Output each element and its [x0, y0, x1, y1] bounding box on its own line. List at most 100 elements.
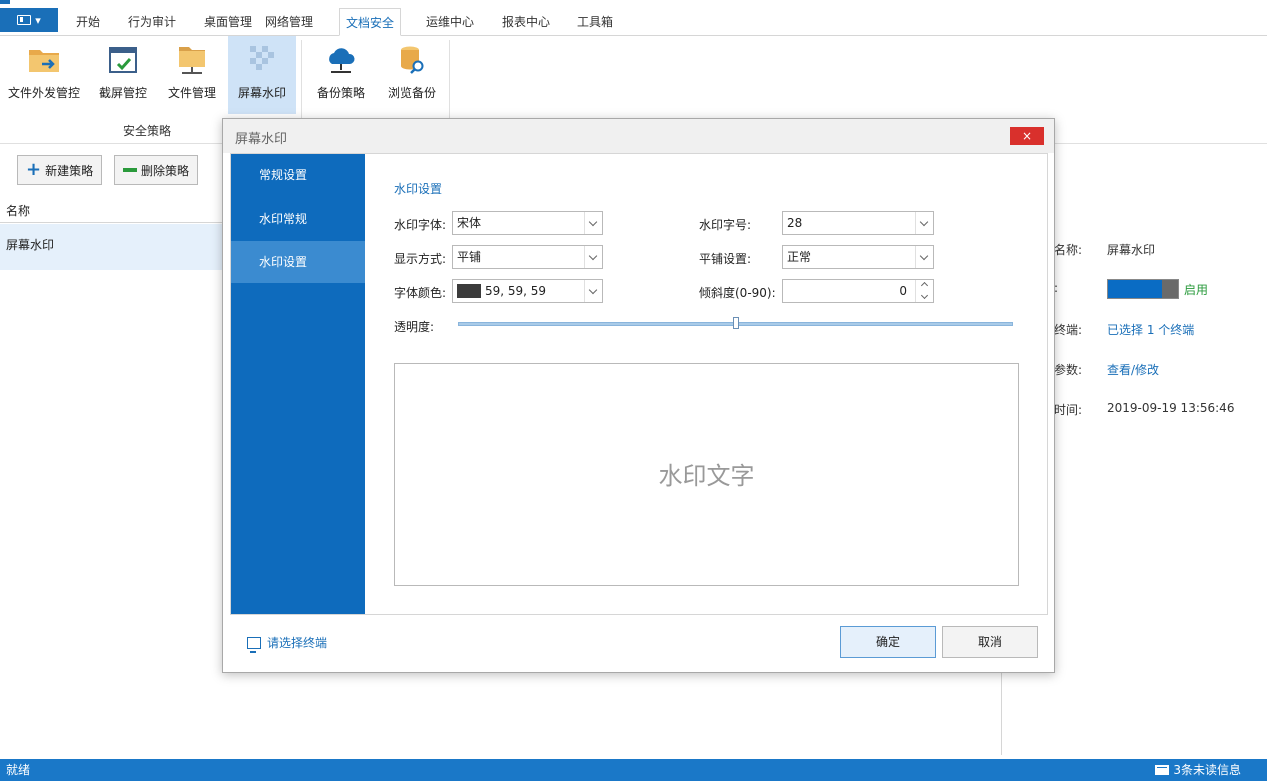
- color-select[interactable]: 59, 59, 59: [452, 279, 603, 303]
- watermark-dialog: 屏幕水印 × 常规设置 水印常规 水印设置 水印设置 水印字体: 宋体 水印字号…: [222, 118, 1055, 673]
- toggle-knob: [1162, 280, 1178, 298]
- watermark-icon: [244, 42, 280, 78]
- ribbon-group-label: 安全策略: [123, 124, 172, 138]
- opacity-label: 透明度:: [394, 320, 435, 334]
- file-management-button[interactable]: 文件管理: [163, 36, 221, 114]
- minus-icon: [123, 168, 137, 172]
- detail-params-label: 参数:: [1054, 363, 1083, 377]
- tilt-stepper[interactable]: 0: [782, 279, 934, 303]
- new-policy-button[interactable]: + 新建策略: [17, 155, 103, 185]
- tab-start[interactable]: 开始: [70, 8, 106, 36]
- window-corner: [0, 0, 10, 4]
- screenshot-icon: [105, 42, 141, 78]
- list-header-name[interactable]: 名称: [0, 199, 222, 223]
- tilt-value: 0: [899, 284, 907, 298]
- status-bar: 就绪 3条未读信息: [0, 759, 1267, 781]
- nav-general-settings[interactable]: 常规设置: [231, 154, 365, 196]
- detail-status-value: 启用: [1184, 283, 1209, 297]
- display-label: 显示方式:: [394, 252, 447, 266]
- cloud-icon: [323, 42, 359, 78]
- tile-value: 正常: [787, 250, 812, 264]
- menu-bar: ▾ 开始 行为审计 桌面管理 网络管理 文档安全 运维中心 报表中心 工具箱: [0, 0, 1267, 36]
- nav-watermark-general[interactable]: 水印常规: [231, 198, 365, 240]
- monitor-icon: [247, 636, 261, 653]
- tab-ops[interactable]: 运维中心: [420, 8, 480, 36]
- preview-text: 水印文字: [658, 462, 755, 490]
- chevron-down-icon: [584, 212, 602, 234]
- ribbon-label: 屏幕水印: [237, 86, 286, 100]
- tab-reports[interactable]: 报表中心: [496, 8, 556, 36]
- tab-document-security[interactable]: 文档安全: [339, 8, 402, 36]
- dropdown-caret-icon: ▾: [35, 13, 41, 27]
- detail-time-label: 时间:: [1054, 403, 1083, 417]
- display-select[interactable]: 平铺: [452, 245, 603, 269]
- select-terminal-link[interactable]: 请选择终端: [247, 634, 328, 653]
- size-label: 水印字号:: [699, 218, 752, 232]
- plus-icon: +: [26, 159, 42, 180]
- stepper-arrows-icon[interactable]: [915, 280, 933, 302]
- color-value: 59, 59, 59: [485, 284, 547, 298]
- tab-behavior-audit[interactable]: 行为审计: [122, 8, 182, 36]
- database-search-icon: [394, 42, 430, 78]
- tab-desktop[interactable]: 桌面管理: [198, 8, 258, 36]
- ribbon-label: 文件外发管控: [7, 86, 80, 100]
- dialog-nav: 常规设置 水印常规 水印设置: [231, 154, 365, 614]
- color-label: 字体颜色:: [394, 286, 447, 300]
- delete-policy-button[interactable]: 删除策略: [114, 155, 199, 185]
- detail-terminal-label: 终端:: [1054, 323, 1083, 337]
- ribbon-label: 截屏管控: [98, 86, 147, 100]
- tab-network[interactable]: 网络管理: [259, 8, 319, 36]
- chevron-down-icon: [915, 212, 933, 234]
- watermark-preview: 水印文字: [394, 363, 1019, 586]
- font-select[interactable]: 宋体: [452, 211, 603, 235]
- app-menu-button[interactable]: ▾: [0, 8, 58, 32]
- size-value: 28: [787, 216, 803, 230]
- detail-time-value: 2019-09-19 13:56:46: [1107, 401, 1235, 415]
- ribbon-label: 浏览备份: [387, 86, 436, 100]
- ribbon-label: 备份策略: [316, 86, 365, 100]
- color-swatch: [457, 283, 481, 298]
- tilt-label: 倾斜度(0-90):: [699, 286, 776, 300]
- select-terminal-label: 请选择终端: [267, 636, 328, 650]
- dialog-body: 常规设置 水印常规 水印设置 水印设置 水印字体: 宋体 水印字号: 28 显示…: [230, 153, 1048, 615]
- detail-name-value: 屏幕水印: [1107, 243, 1156, 257]
- browse-backup-button[interactable]: 浏览备份: [381, 36, 443, 114]
- delete-policy-label: 删除策略: [141, 163, 190, 178]
- folder-arrow-icon: [26, 42, 62, 78]
- file-outbound-button[interactable]: 文件外发管控: [4, 36, 84, 114]
- chevron-down-icon: [584, 246, 602, 268]
- detail-name-label: 名称:: [1054, 243, 1083, 257]
- chevron-down-icon: [584, 280, 602, 302]
- display-value: 平铺: [457, 250, 482, 264]
- enable-toggle[interactable]: [1107, 279, 1179, 299]
- font-label: 水印字体:: [394, 218, 447, 232]
- folder-network-icon: [174, 42, 210, 78]
- close-button[interactable]: ×: [1010, 127, 1044, 145]
- backup-policy-button[interactable]: 备份策略: [309, 36, 373, 114]
- terminal-link[interactable]: 已选择 1 个终端: [1107, 321, 1194, 338]
- screenshot-control-button[interactable]: 截屏管控: [93, 36, 153, 114]
- message-icon: [1155, 765, 1170, 775]
- tab-toolbox[interactable]: 工具箱: [571, 8, 619, 36]
- tile-label: 平铺设置:: [699, 252, 752, 266]
- screen-watermark-button[interactable]: 屏幕水印: [228, 36, 296, 114]
- dialog-title: 屏幕水印: [235, 132, 288, 147]
- ribbon-label: 文件管理: [167, 86, 216, 100]
- chevron-down-icon: [915, 246, 933, 268]
- nav-watermark-settings[interactable]: 水印设置: [231, 241, 365, 283]
- dialog-titlebar[interactable]: 屏幕水印 ×: [223, 119, 1054, 153]
- font-value: 宋体: [457, 216, 482, 230]
- list-item[interactable]: 屏幕水印: [0, 224, 222, 270]
- unread-messages-label: 3条未读信息: [1173, 763, 1241, 777]
- status-text: 就绪: [6, 763, 31, 777]
- ok-button[interactable]: 确定: [840, 626, 936, 658]
- opacity-slider-thumb[interactable]: [732, 317, 739, 329]
- new-policy-label: 新建策略: [45, 163, 94, 178]
- size-select[interactable]: 28: [782, 211, 934, 235]
- cancel-button[interactable]: 取消: [942, 626, 1038, 658]
- section-title: 水印设置: [394, 182, 443, 196]
- tile-select[interactable]: 正常: [782, 245, 934, 269]
- unread-messages[interactable]: 3条未读信息: [1155, 759, 1241, 781]
- menu-icon: [17, 15, 32, 25]
- params-link[interactable]: 查看/修改: [1107, 361, 1159, 378]
